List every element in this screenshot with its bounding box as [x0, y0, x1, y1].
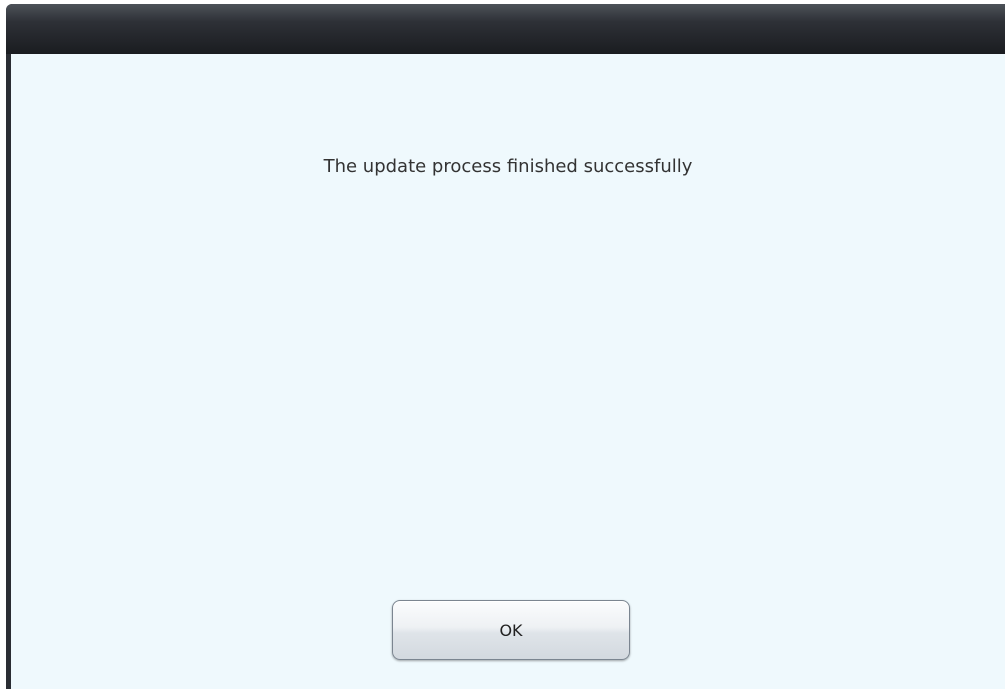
dialog-content: The update process finished successfully…	[11, 54, 1005, 689]
dialog-titlebar[interactable]	[6, 4, 1005, 54]
status-message: The update process finished successfully	[323, 156, 693, 177]
update-complete-dialog: The update process finished successfully…	[6, 4, 1005, 689]
ok-button[interactable]: OK	[392, 600, 630, 660]
